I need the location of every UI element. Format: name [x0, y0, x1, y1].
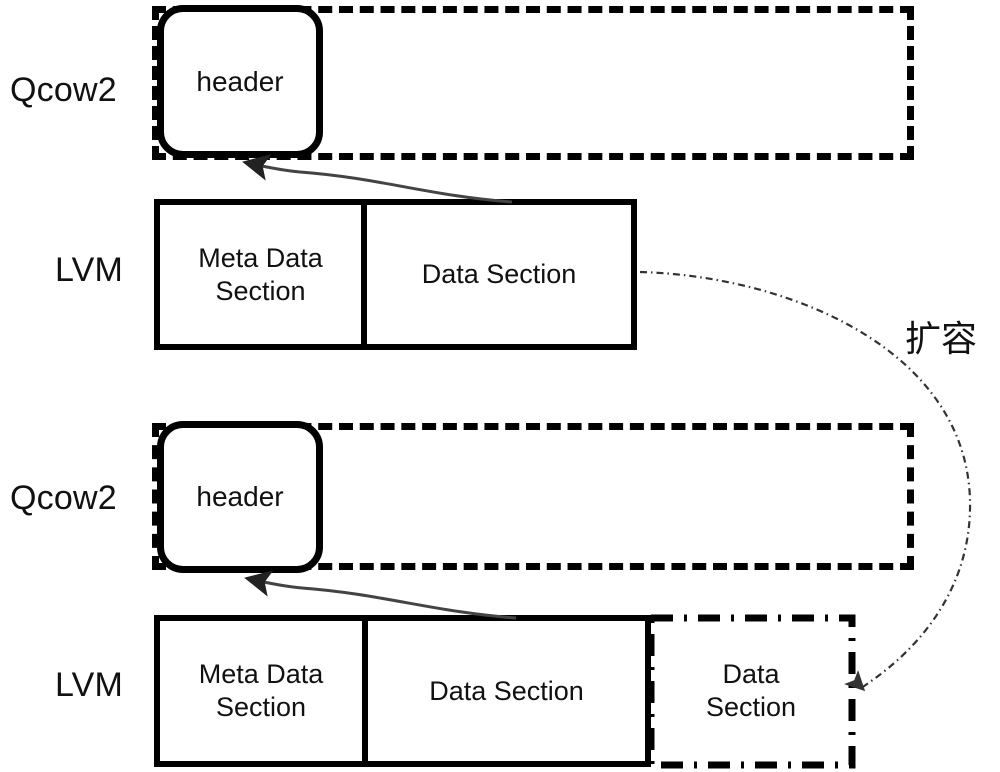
- lvm-data-section-bottom-line1: Data Section: [429, 675, 584, 706]
- lvm-data-section-bottom: Data Section: [368, 621, 645, 761]
- lvm-expansion-data-section: Data Section: [648, 615, 854, 767]
- lvm-meta-data-section-bottom-line1: Meta Data: [198, 659, 324, 690]
- lvm-data-section-top: Data Section: [367, 205, 631, 344]
- header-to-data-arrow-top: [242, 154, 513, 204]
- qcow2-label-top: Qcow2: [10, 71, 117, 109]
- lvm-expansion-data-section-line1: Data: [722, 659, 780, 690]
- lvm-meta-data-section-top-line1: Meta Data: [198, 242, 323, 273]
- qcow2-header-box-bottom: header: [157, 421, 323, 573]
- expand-capacity-label: 扩容: [905, 319, 978, 360]
- qcow2-header-label-top: header: [196, 65, 284, 97]
- lvm-data-section-top-line1: Data Section: [421, 259, 577, 290]
- lvm-container-bottom: Meta Data Section Data Section: [154, 615, 651, 767]
- lvm-meta-data-section-top: Meta Data Section: [160, 205, 367, 344]
- lvm-label-bottom: LVM: [55, 666, 123, 704]
- header-to-data-arrow-bottom: [244, 570, 517, 620]
- qcow2-header-box-top: header: [157, 5, 323, 158]
- lvm-label-top: LVM: [55, 251, 123, 289]
- lvm-expansion-data-section-line2: Section: [705, 692, 797, 722]
- lvm-container-top: Meta Data Section Data Section: [154, 199, 637, 350]
- qcow2-header-label-bottom: header: [196, 481, 284, 512]
- lvm-meta-data-section-top-line2: Section: [215, 275, 306, 306]
- lvm-meta-data-section-bottom: Meta Data Section: [160, 621, 368, 761]
- diagram-canvas: Qcow2 header LVM Meta Data Section Data …: [0, 0, 1000, 772]
- lvm-meta-data-section-bottom-line2: Section: [215, 692, 307, 722]
- qcow2-label-bottom: Qcow2: [10, 479, 117, 517]
